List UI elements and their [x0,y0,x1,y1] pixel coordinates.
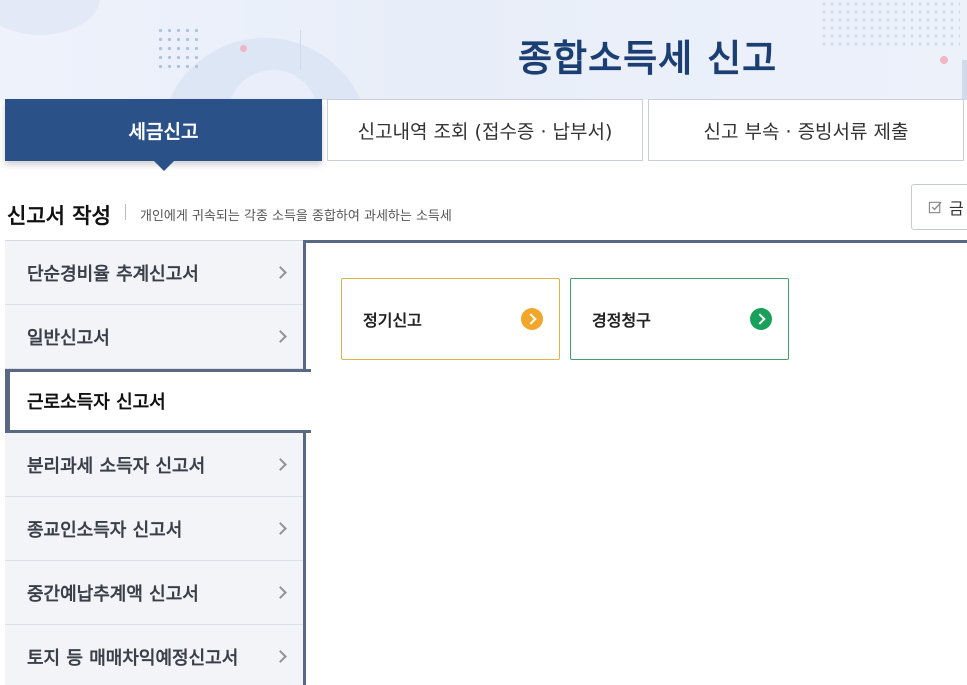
arrow-right-circle-icon [521,308,543,330]
menu-item-separate-taxation[interactable]: 분리과세 소득자 신고서 [5,433,303,497]
decorative-shape [0,0,100,35]
side-action-label: 금 [949,199,964,218]
chevron-right-icon [274,457,287,471]
checkbox-edit-icon [928,201,942,213]
arrow-right-circle-icon [750,308,772,330]
chevron-right-icon [274,329,287,343]
menu-item-label: 중간예납추계액 신고서 [27,583,199,605]
menu-item-land-sale[interactable]: 토지 등 매매차익예정신고서 [5,625,303,685]
menu-item-label: 토지 등 매매차익예정신고서 [27,647,239,669]
card-label: 경정청구 [592,311,651,330]
card-label: 정기신고 [363,311,422,330]
menu-item-simple-expense[interactable]: 단순경비율 추계신고서 [5,241,303,305]
decorative-line [300,30,301,70]
menu-item-label: 단순경비율 추계신고서 [27,263,199,285]
menu-item-label: 근로소득자 신고서 [27,392,166,413]
tab-tax-filing[interactable]: 세금신고 [5,99,322,171]
panel-border [303,240,967,243]
correction-claim-card[interactable]: 경정청구 [570,278,789,360]
form-type-menu: 단순경비율 추계신고서 일반신고서 근로소득자 신고서 분리과세 소득자 신고서… [5,240,311,685]
divider [125,204,126,220]
decorative-dots [156,26,198,70]
menu-item-earned-income[interactable]: 근로소득자 신고서 [5,369,311,433]
chevron-right-icon [274,521,287,535]
menu-item-religious-income[interactable]: 종교인소득자 신고서 [5,497,303,561]
decorative-dot [940,56,948,64]
tab-filing-history[interactable]: 신고내역 조회 (접수증 · 납부서) [327,99,643,161]
menu-item-label: 분리과세 소득자 신고서 [27,455,206,477]
page-title: 종합소득세 신고 [518,37,778,80]
decorative-dot [240,45,247,52]
section-title: 신고서 작성 [7,204,111,228]
tab-submit-documents[interactable]: 신고 부속 · 증빙서류 제출 [648,99,964,161]
menu-item-label: 일반신고서 [27,327,110,349]
side-action-button[interactable]: 금 [911,184,967,230]
chevron-right-icon [274,649,287,663]
panel-border [303,240,306,685]
menu-item-label: 종교인소득자 신고서 [27,519,183,541]
chevron-right-icon [274,265,287,279]
decorative-bar [962,60,967,100]
chevron-right-icon [274,585,287,599]
menu-item-interim-prepayment[interactable]: 중간예납추계액 신고서 [5,561,303,625]
decorative-dots [820,0,960,50]
hero-banner: 종합소득세 신고 [0,0,967,100]
menu-item-general[interactable]: 일반신고서 [5,305,303,369]
section-description: 개인에게 귀속되는 각종 소득을 종합하여 과세하는 소득세 [140,209,452,224]
regular-filing-card[interactable]: 정기신고 [341,278,560,360]
